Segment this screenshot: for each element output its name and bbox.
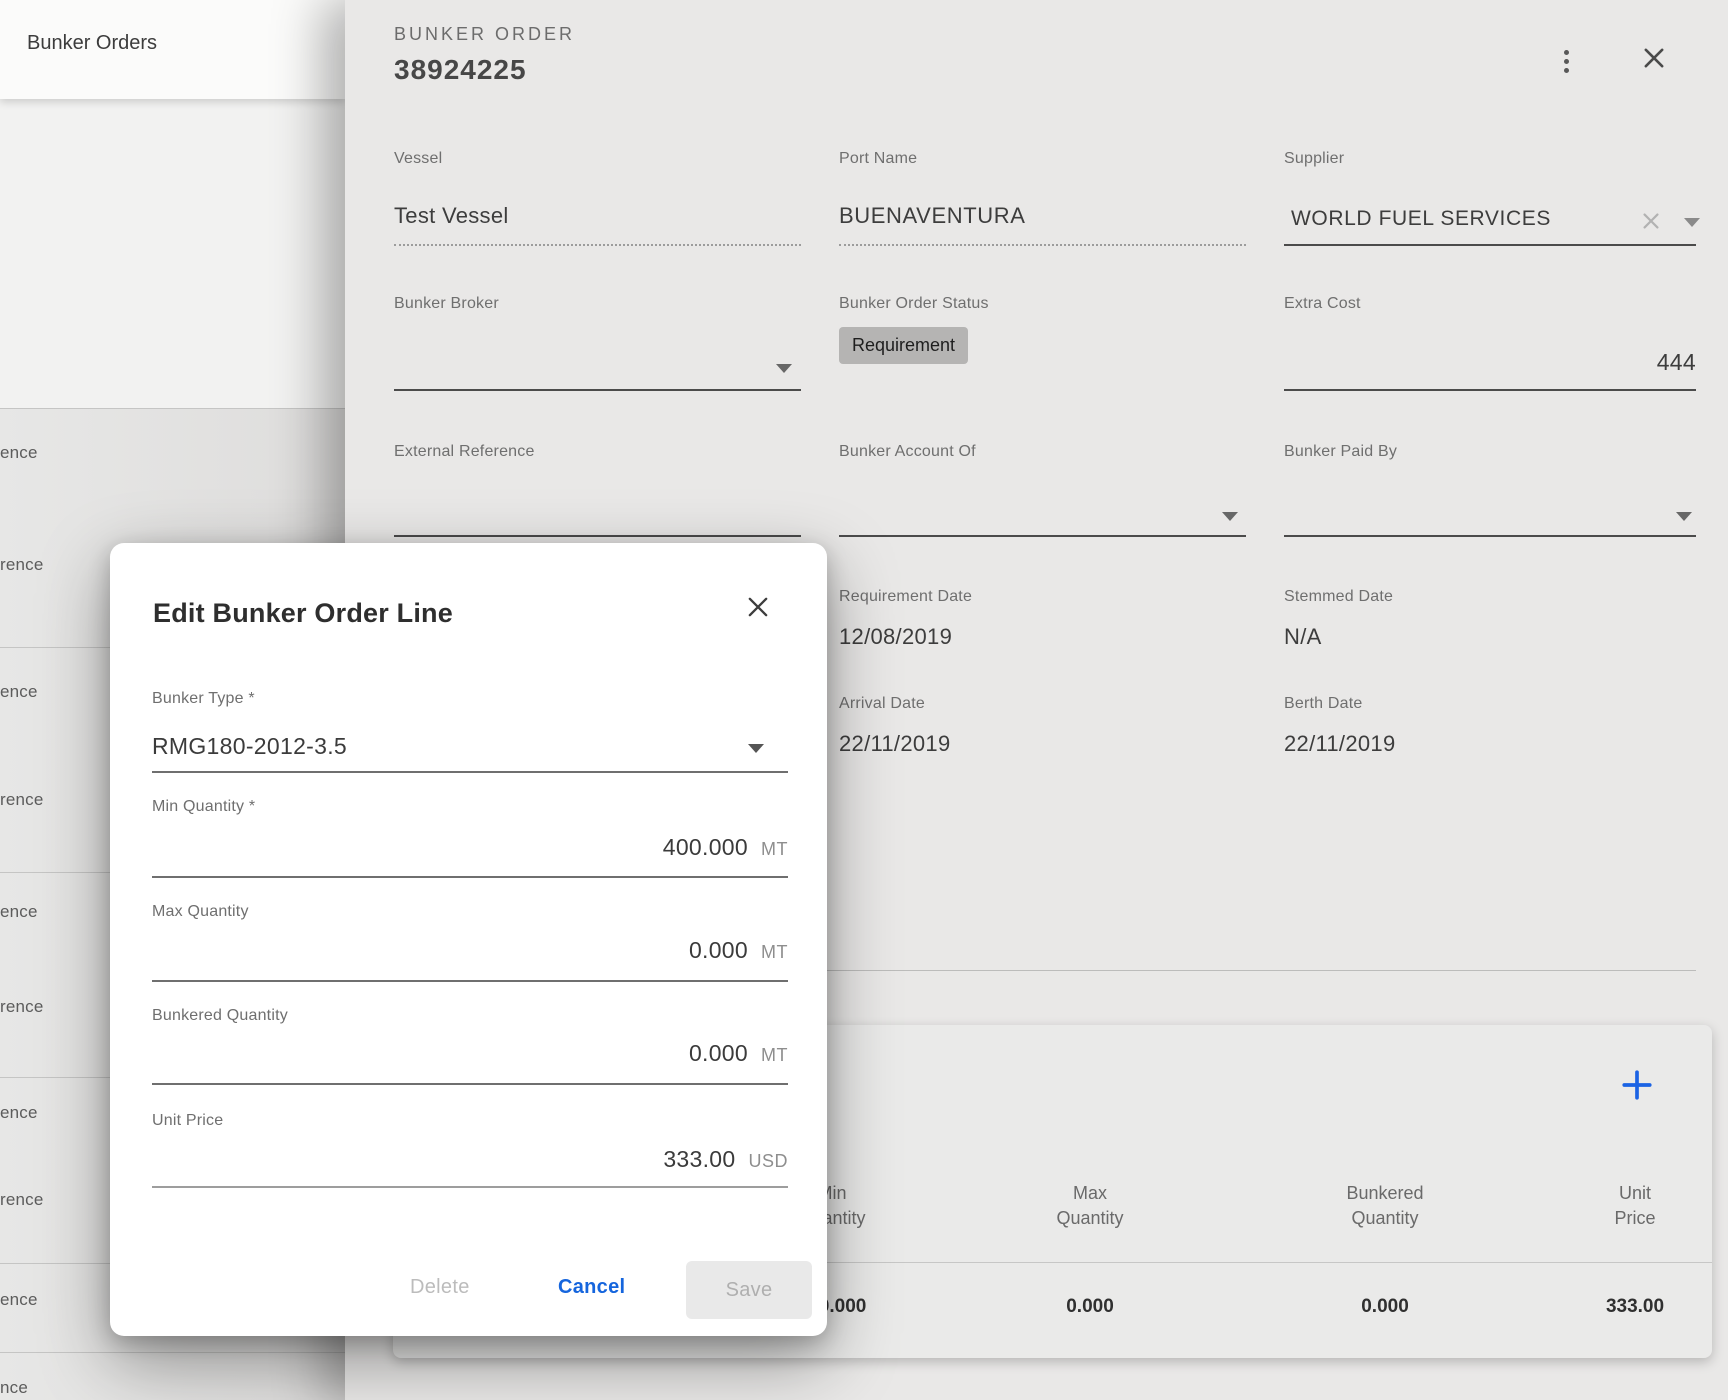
extra-cost-label: Extra Cost [1284,295,1361,313]
bunkered-quantity-underline [152,1083,788,1085]
dialog-close-icon[interactable] [744,593,772,626]
supplier-underline [1284,244,1696,246]
vessel-underline [394,244,801,246]
extra-cost-underline [1284,389,1696,391]
drawer-close-icon[interactable] [1640,44,1668,77]
min-quantity-value: 400.000 [663,834,748,861]
kebab-menu-icon[interactable] [1560,46,1572,77]
list-divider [0,408,345,409]
page-title: Bunker Orders [27,32,157,55]
list-item[interactable]: ence [0,1290,38,1310]
min-quantity-underline [152,876,788,878]
min-quantity-input[interactable]: 400.000 MT [152,834,788,861]
supplier-dropdown-caret-icon[interactable] [1684,218,1700,227]
stemmed-date-value: N/A [1284,624,1322,650]
berth-date-value: 22/11/2019 [1284,731,1395,757]
list-item[interactable]: ence [0,682,38,702]
max-quantity-input[interactable]: 0.000 MT [152,937,788,964]
list-item[interactable]: ence [0,902,38,922]
bunker-paid-by-select[interactable] [1284,535,1696,537]
bunker-paid-by-caret-icon[interactable] [1676,512,1692,521]
list-item[interactable]: ence [0,443,38,463]
bunker-orders-list-card [0,99,345,408]
unit-price-label: Unit Price [152,1112,223,1130]
cell-unit-price: 333.00 [1606,1296,1664,1318]
bunker-type-label: Bunker Type * [152,690,255,708]
port-name-value: BUENAVENTURA [839,203,1026,229]
screen: Bunker Orders ence rence ence rence ence… [0,0,1728,1400]
extra-cost-value[interactable]: 444 [1284,349,1696,376]
drawer-title-label: BUNKER ORDER [394,24,575,45]
supplier-clear-icon[interactable] [1640,210,1662,237]
port-name-underline [839,244,1246,246]
unit-price-underline [152,1186,788,1188]
bunker-type-value[interactable]: RMG180-2012-3.5 [152,733,347,760]
supplier-label: Supplier [1284,150,1344,168]
bunkered-quantity-value: 0.000 [689,1040,748,1067]
delete-button[interactable]: Delete [410,1276,470,1299]
bunker-account-of-caret-icon[interactable] [1222,512,1238,521]
list-item[interactable]: rence [0,555,44,575]
list-item[interactable]: rence [0,1190,44,1210]
order-status-label: Bunker Order Status [839,295,989,313]
requirement-date-value: 12/08/2019 [839,624,952,650]
col-header-max-quantity: MaxQuantity [1056,1181,1123,1231]
list-item[interactable]: rence [0,790,44,810]
bunker-account-of-select[interactable] [839,535,1246,537]
cancel-button[interactable]: Cancel [558,1276,625,1299]
unit-price-input[interactable]: 333.00 USD [152,1146,788,1173]
list-item[interactable]: rence [0,997,44,1017]
bunker-broker-label: Bunker Broker [394,295,499,313]
col-header-bunkered-quantity: BunkeredQuantity [1346,1181,1423,1231]
arrival-date-label: Arrival Date [839,695,925,713]
bunker-broker-select[interactable] [394,389,801,391]
bunkered-quantity-label: Bunkered Quantity [152,1007,288,1025]
requirement-date-label: Requirement Date [839,588,972,606]
dialog-title: Edit Bunker Order Line [153,598,453,629]
external-reference-label: External Reference [394,443,535,461]
berth-date-label: Berth Date [1284,695,1362,713]
bunker-type-caret-icon[interactable] [748,744,764,753]
min-quantity-unit: MT [761,839,788,860]
max-quantity-label: Max Quantity [152,903,249,921]
unit-price-value: 333.00 [663,1146,735,1173]
bunker-paid-by-label: Bunker Paid By [1284,443,1397,461]
add-bunker-line-button[interactable] [1620,1068,1654,1107]
supplier-value[interactable]: WORLD FUEL SERVICES [1291,207,1551,231]
vessel-value: Test Vessel [394,203,509,229]
list-item[interactable]: ence [0,1103,38,1123]
external-reference-input[interactable] [394,535,801,537]
save-button[interactable]: Save [686,1261,812,1319]
min-quantity-label: Min Quantity * [152,798,255,816]
bunkered-quantity-input[interactable]: 0.000 MT [152,1040,788,1067]
max-quantity-underline [152,980,788,982]
stemmed-date-label: Stemmed Date [1284,588,1393,606]
col-header-unit-price: UnitPrice [1614,1181,1655,1231]
bunker-type-underline [152,771,788,773]
unit-price-unit: USD [748,1151,788,1172]
bunker-account-of-label: Bunker Account Of [839,443,976,461]
arrival-date-value: 22/11/2019 [839,731,950,757]
cell-max-quantity: 0.000 [1066,1296,1114,1318]
max-quantity-unit: MT [761,942,788,963]
vessel-label: Vessel [394,150,442,168]
cell-bunkered-quantity: 0.000 [1361,1296,1409,1318]
bunker-broker-caret-icon[interactable] [776,364,792,373]
order-number: 38924225 [394,54,527,86]
list-divider [0,1352,345,1353]
list-item[interactable]: nce [0,1378,28,1398]
bunkered-quantity-unit: MT [761,1045,788,1066]
status-badge: Requirement [839,327,968,364]
max-quantity-value: 0.000 [689,937,748,964]
port-name-label: Port Name [839,150,917,168]
